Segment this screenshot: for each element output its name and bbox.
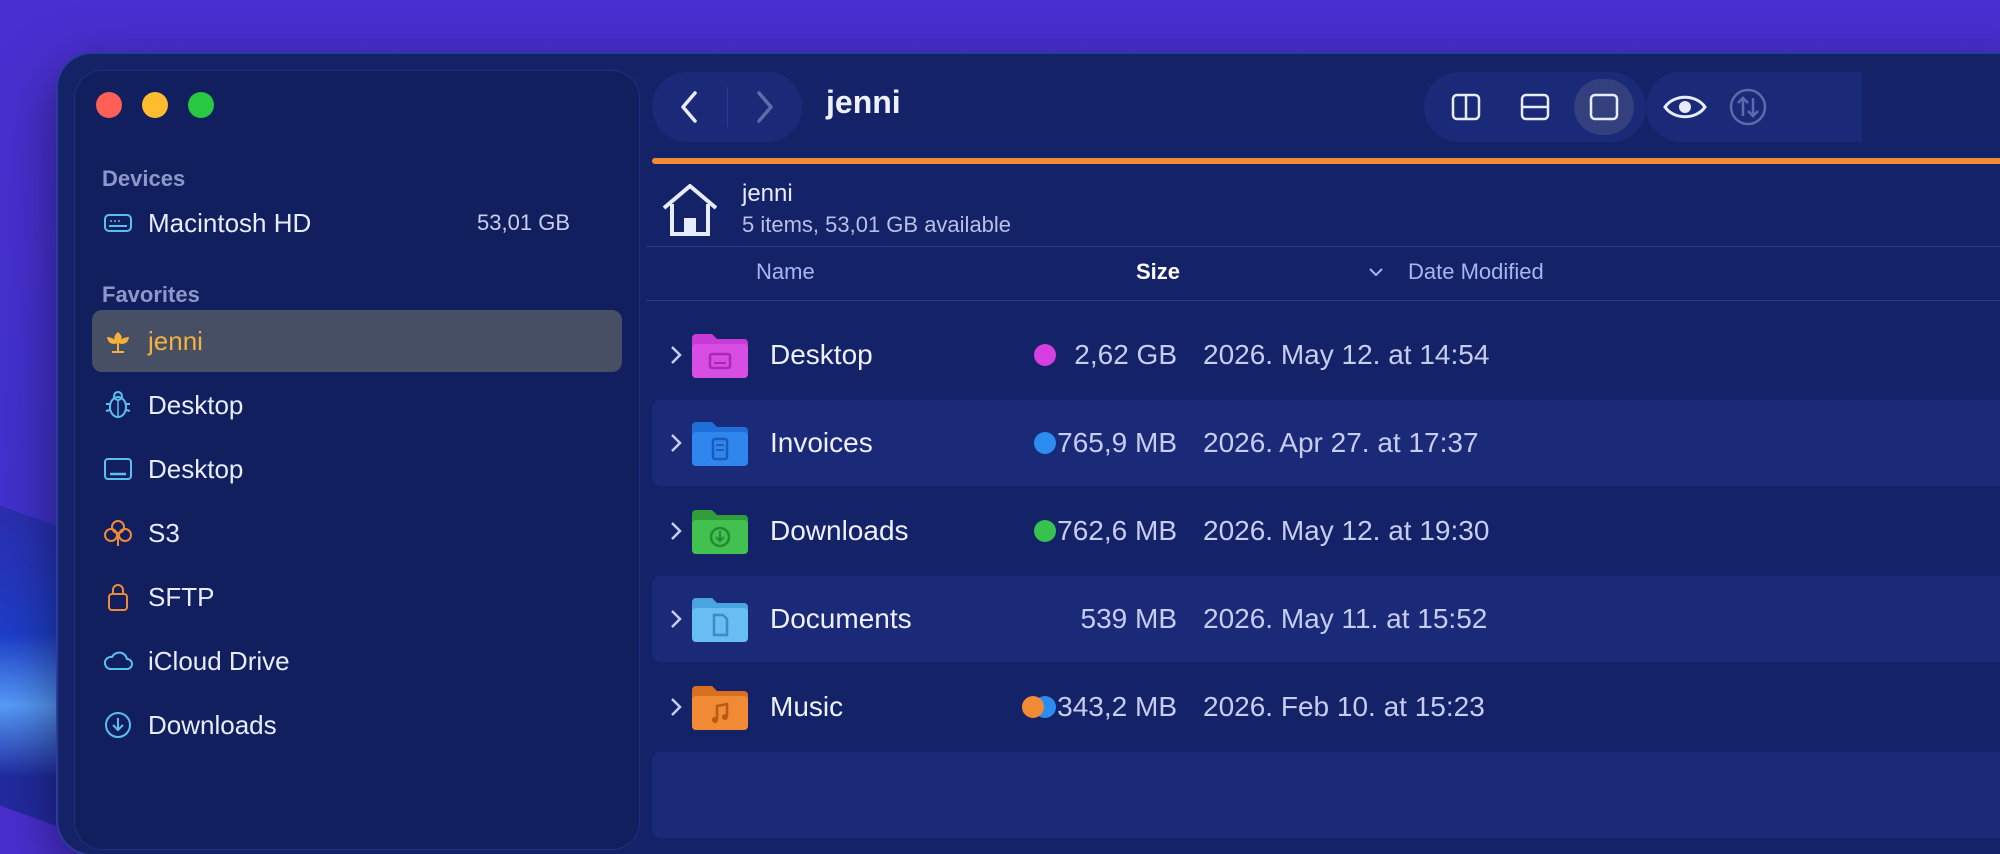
sidebar-item-icloud-drive[interactable]: iCloud Drive xyxy=(92,630,622,692)
single-pane-icon xyxy=(1589,93,1618,121)
sidebar-item-label: jenni xyxy=(148,325,203,356)
window-controls xyxy=(96,92,214,118)
sidebar-item-macintosh-hd[interactable]: Macintosh HD 53,01 GB xyxy=(92,192,622,254)
file-date: 2026. Feb 10. at 15:23 xyxy=(1203,691,1485,722)
table-row[interactable]: Music 343,2 MB 2026. Feb 10. at 15:23 xyxy=(652,664,2000,750)
table-row[interactable]: Invoices 765,9 MB 2026. Apr 27. at 17:37 xyxy=(652,400,2000,486)
drive-icon xyxy=(102,207,134,239)
finder-window: Devices Macintosh HD 53,01 GB Favorites … xyxy=(58,54,2000,854)
sidebar-item-downloads[interactable]: Downloads xyxy=(92,694,622,756)
devices-header: Devices xyxy=(102,166,186,191)
sync-arrows-icon[interactable] xyxy=(1728,87,1768,127)
sidebar-item-sftp[interactable]: SFTP xyxy=(92,566,622,628)
table-row-empty xyxy=(652,752,2000,838)
file-date: 2026. May 12. at 19:30 xyxy=(1203,515,1490,546)
sidebar-item-jenni[interactable]: jenni xyxy=(92,310,622,372)
navigation-control xyxy=(652,72,802,142)
file-date: 2026. May 12. at 14:54 xyxy=(1203,339,1490,370)
sidebar-item-label: S3 xyxy=(148,517,180,548)
sidebar-item-desktop-1[interactable]: Desktop xyxy=(92,374,622,436)
file-size: 762,6 MB xyxy=(1057,515,1177,546)
sidebar-item-label: iCloud Drive xyxy=(148,645,290,676)
table-row[interactable]: Documents 539 MB 2026. May 11. at 15:52 xyxy=(652,576,2000,662)
chevron-left-icon xyxy=(681,91,697,123)
home-icon xyxy=(662,184,718,236)
dual-pane-vertical-button[interactable] xyxy=(1436,79,1496,135)
minimize-button[interactable] xyxy=(142,92,168,118)
table-row[interactable]: Downloads 762,6 MB 2026. May 12. at 19:3… xyxy=(652,488,2000,574)
sidebar-item-label: Downloads xyxy=(148,709,277,740)
file-size: 2,62 GB xyxy=(1074,339,1177,370)
progress-bar xyxy=(652,158,2000,164)
file-date: 2026. Apr 27. at 17:37 xyxy=(1203,427,1479,458)
cloud-icon xyxy=(102,645,134,677)
file-size: 539 MB xyxy=(1080,603,1178,634)
zoom-button[interactable] xyxy=(188,92,214,118)
close-button[interactable] xyxy=(96,92,122,118)
drive-capacity: 53,01 GB xyxy=(477,210,570,235)
tag-dot xyxy=(1022,696,1044,718)
chevron-right-icon xyxy=(757,91,773,123)
sidebar-item-label: SFTP xyxy=(148,581,215,612)
table-row[interactable]: Desktop 2,62 GB 2026. May 12. at 14:54 xyxy=(652,312,2000,398)
sidebar: Devices Macintosh HD 53,01 GB Favorites … xyxy=(74,70,640,850)
sidebar-item-s3[interactable]: S3 xyxy=(92,502,622,564)
sidebar-item-label: Macintosh HD xyxy=(148,207,312,238)
chevron-down-icon[interactable] xyxy=(1368,266,1384,278)
back-button[interactable] xyxy=(652,72,727,142)
window-title: jenni xyxy=(826,84,901,120)
main-pane: jenni jenni 5 items, 53,01 GB available … xyxy=(646,54,2000,854)
split-horizontal-icon xyxy=(1520,93,1550,121)
lock-icon xyxy=(102,581,134,613)
dual-pane-horizontal-button[interactable] xyxy=(1505,79,1565,135)
divider xyxy=(646,246,2000,247)
sidebar-item-label: Desktop xyxy=(148,389,244,420)
bug-icon xyxy=(102,389,134,421)
view-mode-control xyxy=(1424,72,1646,142)
favorites-header: Favorites xyxy=(102,282,200,307)
location-name: jenni xyxy=(742,180,793,207)
file-size: 765,9 MB xyxy=(1057,427,1177,458)
divider xyxy=(646,300,2000,301)
column-header-name[interactable]: Name xyxy=(756,259,815,285)
download-circle-icon xyxy=(102,709,134,741)
location-info: 5 items, 53,01 GB available xyxy=(742,212,1012,237)
preview-control xyxy=(1646,72,1862,142)
sidebar-item-desktop-2[interactable]: Desktop xyxy=(92,438,622,500)
forward-button[interactable] xyxy=(728,72,803,142)
display-icon xyxy=(102,453,134,485)
file-size: 343,2 MB xyxy=(1057,691,1177,722)
eye-icon[interactable] xyxy=(1662,92,1708,122)
file-date: 2026. May 11. at 15:52 xyxy=(1203,603,1488,634)
flower-icon xyxy=(102,325,134,357)
column-header-date-modified[interactable]: Date Modified xyxy=(1408,259,1544,285)
column-header-size[interactable]: Size xyxy=(1136,259,1180,285)
single-pane-button[interactable] xyxy=(1573,79,1634,135)
clover-icon xyxy=(102,517,134,549)
split-vertical-icon xyxy=(1452,93,1481,121)
sidebar-item-label: Desktop xyxy=(148,453,244,484)
